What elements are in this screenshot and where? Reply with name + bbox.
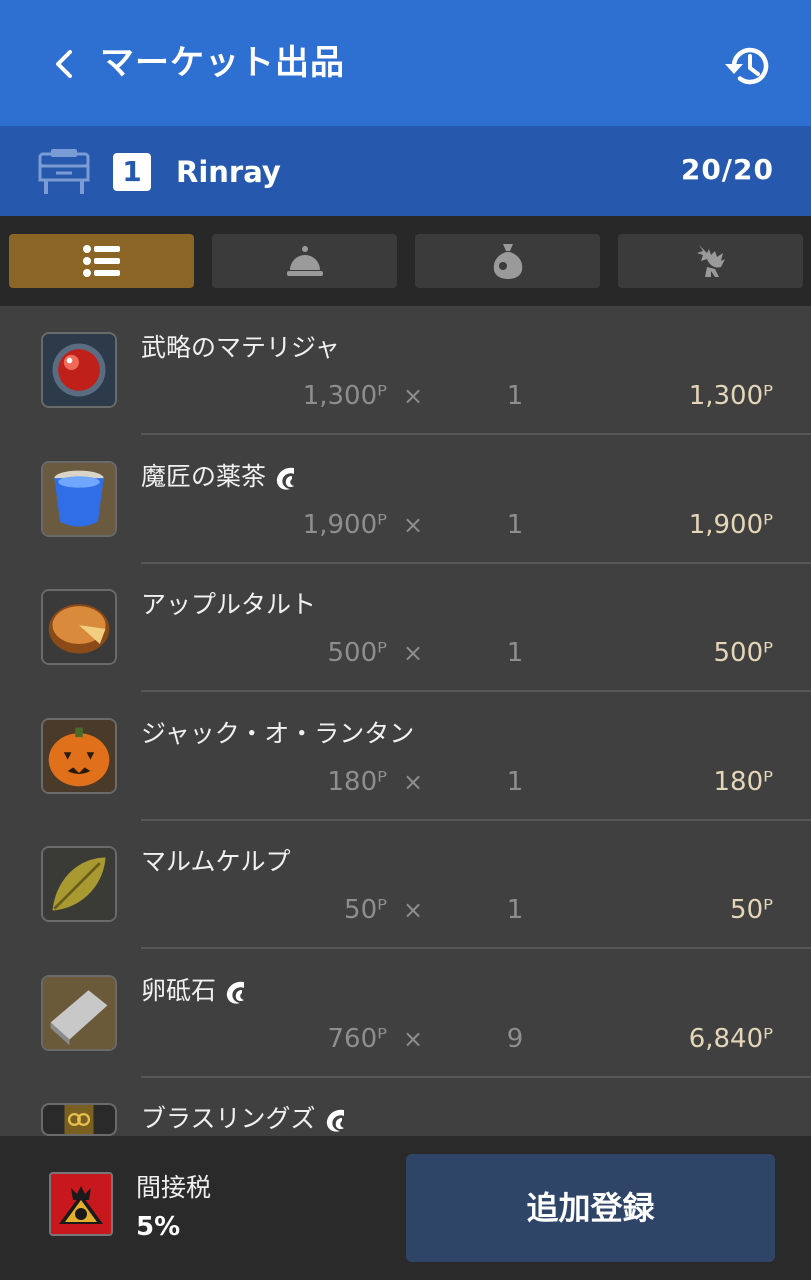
listing-row[interactable] — [0, 820, 811, 949]
listing-row[interactable] — [0, 949, 811, 1078]
brass-rings-icon — [41, 1103, 117, 1136]
tab-list[interactable] — [9, 234, 194, 288]
whetstone-icon — [41, 974, 117, 1051]
multiply-sign: × — [403, 1024, 424, 1053]
history-button[interactable] — [722, 40, 774, 92]
item-name-text: マルムケルプ — [141, 847, 291, 876]
total-price: 180ᴾ — [713, 766, 773, 797]
history-icon — [725, 47, 769, 85]
chocobo-icon — [696, 245, 725, 277]
hq-icon — [326, 1109, 344, 1132]
listing-row[interactable] — [0, 435, 811, 564]
retainer-slot-badge: 1 — [113, 153, 151, 191]
service-bell-icon — [286, 246, 323, 276]
back-button[interactable] — [44, 44, 84, 84]
tab-chocobo[interactable] — [618, 234, 803, 288]
multiply-sign: × — [403, 510, 424, 539]
total-price: 500ᴾ — [713, 638, 773, 668]
unit-price: 1,900ᴾ — [302, 509, 387, 540]
item-name: 魔匠の薬茶 — [141, 459, 300, 495]
tab-gil-bag[interactable] — [415, 234, 600, 288]
listing-row[interactable] — [0, 563, 811, 692]
item-name: 卵砥石 — [141, 973, 250, 1009]
listing-row[interactable] — [0, 692, 811, 821]
kelp-leaf-icon — [41, 846, 117, 922]
item-name: アップルタルト — [141, 587, 316, 623]
listing-row[interactable] — [0, 306, 811, 435]
unit-price: 180ᴾ — [327, 766, 387, 797]
quantity: 9 — [506, 1023, 524, 1054]
city-crest-icon — [49, 1172, 113, 1236]
list-icon — [82, 245, 120, 277]
materia-icon — [41, 332, 117, 408]
multiply-sign: × — [403, 382, 424, 410]
listing-row[interactable] — [0, 1077, 811, 1136]
quantity: 1 — [506, 381, 524, 411]
total-price: 50ᴾ — [730, 895, 773, 925]
retainer-name: Rinray — [176, 155, 281, 189]
quantity: 1 — [506, 638, 524, 668]
retainer-desk-icon — [38, 149, 90, 194]
listing-count: 20/20 — [680, 153, 774, 186]
unit-price: 1,300ᴾ — [302, 381, 387, 411]
multiply-sign: × — [403, 767, 424, 796]
multiply-sign: × — [403, 896, 424, 924]
quantity: 1 — [506, 509, 524, 540]
unit-price: 760ᴾ — [327, 1023, 387, 1054]
hq-icon — [226, 981, 245, 1004]
item-name-text: ブラスリングズ — [141, 1104, 316, 1133]
quantity: 1 — [506, 895, 524, 925]
tab-retainer-bell[interactable] — [212, 234, 397, 288]
total-price: 6,840ᴾ — [688, 1023, 773, 1054]
item-name-text: アップルタルト — [141, 590, 317, 619]
add-listing-button[interactable]: 追加登録 — [406, 1154, 775, 1262]
unit-price: 50ᴾ — [344, 895, 387, 925]
total-price: 1,300ᴾ — [688, 381, 773, 411]
coin-bag-icon — [493, 244, 522, 279]
unit-price: 500ᴾ — [327, 638, 387, 668]
tax-label: 間接税 — [136, 1173, 212, 1202]
item-name: マルムケルプ — [141, 844, 291, 880]
item-name-text: ジャック・オ・ランタン — [141, 718, 415, 748]
total-price: 1,900ᴾ — [688, 509, 773, 540]
pumpkin-icon — [41, 717, 117, 794]
apple-tart-icon — [41, 589, 117, 665]
item-name: ジャック・オ・ランタン — [141, 716, 414, 752]
multiply-sign: × — [403, 639, 424, 667]
page-title: マーケット出品 — [100, 43, 345, 83]
item-name: 武略のマテリジャ — [141, 330, 340, 366]
item-name-text: 魔匠の薬茶 — [141, 461, 267, 491]
tax-rate: 5% — [136, 1212, 181, 1242]
item-name-text: 卵砥石 — [141, 975, 217, 1005]
item-name: ブラスリングズ — [141, 1101, 350, 1136]
hq-icon — [276, 467, 295, 490]
tea-cup-icon — [41, 460, 117, 537]
chevron-left-icon — [56, 50, 72, 78]
quantity: 1 — [506, 766, 524, 797]
item-name-text: 武略のマテリジャ — [141, 333, 340, 362]
